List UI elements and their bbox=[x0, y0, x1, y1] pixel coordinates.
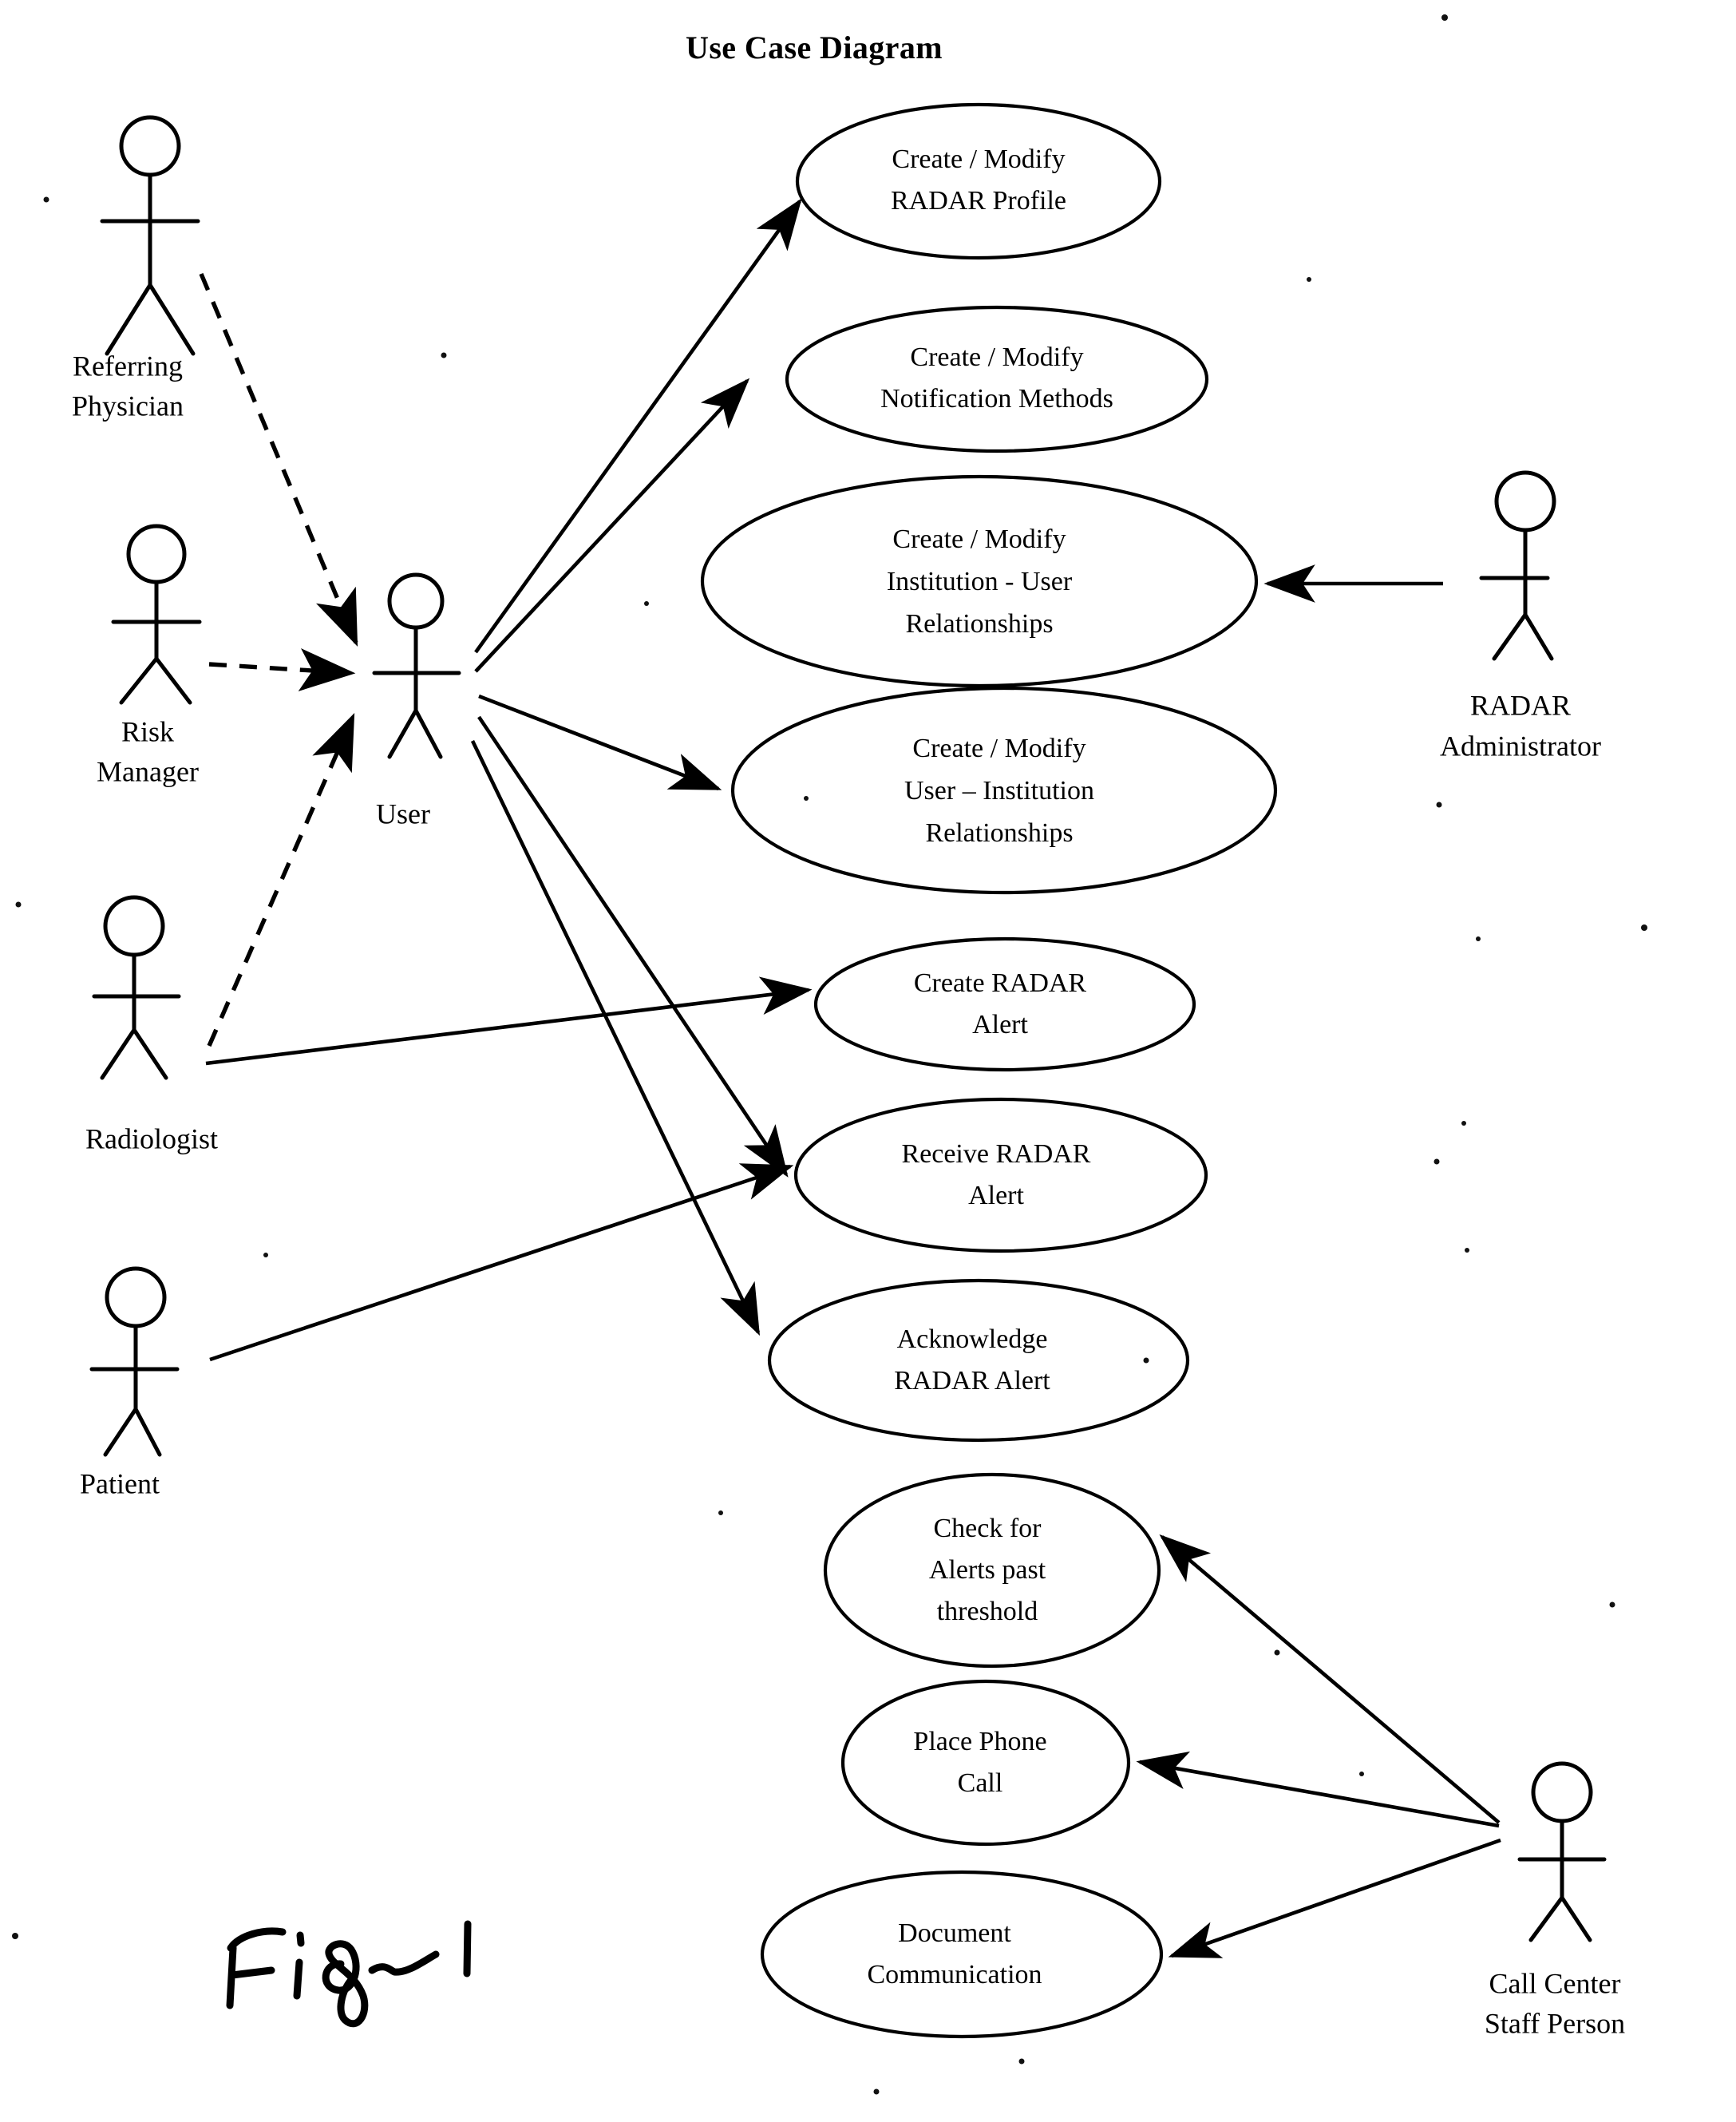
figure-caption-handwritten: Fig - 1 bbox=[226, 1920, 472, 2028]
actor-label-line2: Administrator bbox=[1440, 730, 1601, 762]
use-case-create-modify-institution-user[interactable]: Create / Modify Institution - User Relat… bbox=[700, 474, 1259, 688]
use-case-label-line2: Alerts past bbox=[929, 1555, 1046, 1585]
use-case-ellipse bbox=[760, 1870, 1164, 2039]
actor-label-line1: Call Center bbox=[1489, 1967, 1621, 1999]
actor-user[interactable]: User bbox=[372, 572, 461, 829]
actor-label-line1: Referring bbox=[73, 350, 183, 382]
use-case-label-line3: Relationships bbox=[905, 609, 1053, 639]
link-radiologist-to-create-radar-alert[interactable] bbox=[205, 976, 813, 1066]
use-case-label-line2: Institution - User bbox=[887, 567, 1073, 596]
link-user-to-create-modify-user-institution[interactable] bbox=[478, 694, 722, 791]
use-case-label-line2: Notification Methods bbox=[880, 384, 1113, 414]
actor-head-icon bbox=[1531, 1761, 1593, 1823]
link-call-center-to-document-communication[interactable] bbox=[1168, 1838, 1501, 1958]
use-case-label-line1: Create / Modify bbox=[892, 525, 1066, 554]
actor-body-icon bbox=[100, 172, 200, 356]
link-referring-physician-to-user[interactable] bbox=[199, 272, 358, 647]
use-case-label-line1: Create RADAR bbox=[914, 968, 1087, 998]
use-case-create-modify-user-institution[interactable]: Create / Modify User – Institution Relat… bbox=[730, 686, 1278, 895]
use-case-create-radar-alert[interactable]: Create RADAR Alert bbox=[813, 936, 1196, 1072]
use-case-ellipse bbox=[840, 1679, 1131, 1847]
use-case-label-line3: threshold bbox=[937, 1597, 1038, 1626]
actor-label-line2: Manager bbox=[97, 755, 199, 787]
use-case-receive-radar-alert[interactable]: Receive RADAR Alert bbox=[793, 1097, 1208, 1253]
actor-label-line1: User bbox=[376, 798, 430, 829]
actor-label-line1: RADAR bbox=[1470, 689, 1571, 721]
actor-label-line1: Patient bbox=[80, 1467, 160, 1499]
use-case-label-line2: Alert bbox=[972, 1010, 1028, 1039]
diagram-title: Use Case Diagram bbox=[686, 30, 943, 65]
use-case-label-line2: Alert bbox=[968, 1181, 1024, 1210]
use-case-label-line1: Create / Modify bbox=[912, 734, 1085, 763]
actor-call-center-staff[interactable]: Call Center Staff Person bbox=[1485, 1761, 1625, 2039]
use-case-check-for-alerts-past-threshold[interactable]: Check for Alerts past threshold bbox=[823, 1472, 1161, 1669]
use-case-ellipse bbox=[785, 305, 1209, 453]
use-case-label-line1: Place Phone bbox=[913, 1727, 1046, 1756]
actor-body-icon bbox=[1517, 1819, 1607, 1942]
use-case-label-line2: User – Institution bbox=[904, 776, 1094, 806]
link-call-center-to-check-alerts[interactable] bbox=[1159, 1534, 1501, 1824]
actor-label-line2: Staff Person bbox=[1485, 2007, 1625, 2039]
actor-radar-administrator[interactable]: RADAR Administrator bbox=[1440, 470, 1601, 762]
link-patient-to-receive-radar-alert[interactable] bbox=[209, 1163, 794, 1362]
actor-head-icon bbox=[387, 572, 445, 630]
actor-radiologist[interactable]: Radiologist bbox=[85, 895, 218, 1154]
use-case-create-modify-radar-profile[interactable]: Create / Modify RADAR Profile bbox=[795, 102, 1162, 260]
link-user-to-create-modify-notification-methods[interactable] bbox=[474, 378, 750, 673]
diagram-svg: Use Case Diagram Referring Physician Ris… bbox=[12, 14, 1647, 2095]
actor-risk-manager[interactable]: Risk Manager bbox=[97, 524, 202, 787]
use-case-label-line2: RADAR Alert bbox=[894, 1366, 1050, 1396]
use-case-label-line2: Call bbox=[958, 1768, 1003, 1798]
use-case-label-line1: Check for bbox=[933, 1514, 1042, 1543]
actor-body-icon bbox=[1479, 528, 1554, 661]
actor-patient[interactable]: Patient bbox=[80, 1266, 180, 1499]
actor-body-icon bbox=[89, 1324, 180, 1457]
use-case-ellipse bbox=[795, 102, 1162, 260]
actor-body-icon bbox=[111, 580, 202, 705]
actor-head-icon bbox=[126, 524, 187, 584]
link-user-to-acknowledge-radar-alert[interactable] bbox=[470, 739, 761, 1336]
use-case-document-communication[interactable]: Document Communication bbox=[760, 1870, 1164, 2039]
use-case-label-line1: Document bbox=[898, 1918, 1011, 1948]
actor-body-icon bbox=[372, 625, 461, 759]
link-risk-manager-to-user[interactable] bbox=[208, 648, 356, 691]
use-case-label-line1: Create / Modify bbox=[892, 145, 1065, 174]
use-case-label-line2: RADAR Profile bbox=[891, 186, 1066, 216]
use-case-label-line3: Relationships bbox=[925, 818, 1073, 848]
actor-head-icon bbox=[105, 1266, 167, 1328]
actor-label-line2: Physician bbox=[72, 390, 184, 422]
actor-referring-physician[interactable]: Referring Physician bbox=[72, 115, 200, 422]
actor-label-line1: Risk bbox=[121, 715, 174, 747]
actor-head-icon bbox=[119, 115, 181, 177]
use-case-label-line1: Acknowledge bbox=[897, 1324, 1048, 1354]
actor-head-icon bbox=[1494, 470, 1556, 532]
actor-head-icon bbox=[103, 895, 165, 957]
use-case-label-line1: Create / Modify bbox=[910, 342, 1083, 372]
actor-body-icon bbox=[92, 952, 181, 1080]
use-case-label-line1: Receive RADAR bbox=[901, 1139, 1090, 1169]
link-radiologist-to-user[interactable] bbox=[207, 713, 355, 1047]
use-case-place-phone-call[interactable]: Place Phone Call bbox=[840, 1679, 1131, 1847]
link-call-center-to-place-phone-call[interactable] bbox=[1136, 1751, 1500, 1828]
use-case-label-line2: Communication bbox=[867, 1960, 1042, 1989]
actor-label-line1: Radiologist bbox=[85, 1122, 218, 1154]
use-case-acknowledge-radar-alert[interactable]: Acknowledge RADAR Alert bbox=[767, 1278, 1190, 1443]
use-case-create-modify-notification-methods[interactable]: Create / Modify Notification Methods bbox=[785, 305, 1209, 453]
use-case-ellipse bbox=[767, 1278, 1190, 1443]
use-case-ellipse bbox=[793, 1097, 1208, 1253]
use-case-diagram-canvas: Use Case Diagram Referring Physician Ris… bbox=[0, 0, 1736, 2122]
scan-noise bbox=[12, 14, 1647, 2095]
use-case-ellipse bbox=[813, 936, 1196, 1072]
